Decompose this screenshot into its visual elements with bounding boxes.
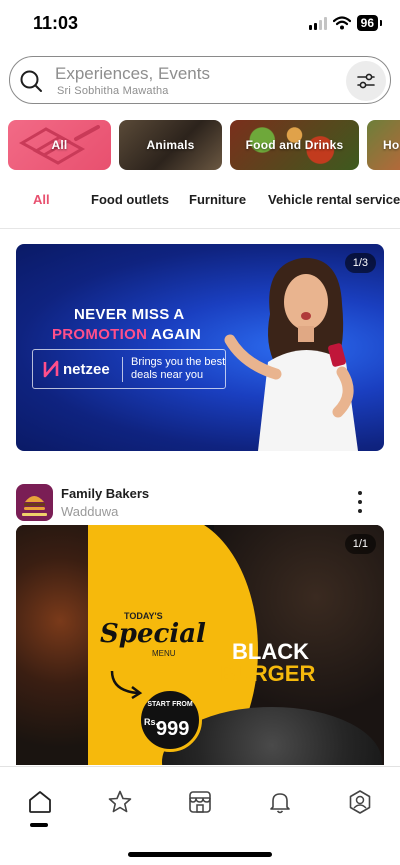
post-location: Wadduwa (61, 504, 119, 519)
category-card-home[interactable]: Ho (367, 120, 400, 170)
arrow-icon (110, 670, 143, 699)
netzee-badge: netzee Brings you the best deals near yo… (32, 349, 226, 389)
category-label: All (51, 138, 68, 152)
category-label: Ho (383, 138, 400, 152)
promo-highlight: PROMOTION (52, 326, 148, 343)
post-menu-label: MENU (152, 649, 176, 658)
filter-tabs: All Food outlets Furniture Vehicle renta… (0, 186, 400, 216)
search-input[interactable]: Experiences, Events (55, 64, 210, 84)
promo-banner[interactable]: 1/3 NEVER MISS A PROMOTION AGAIN netzee … (16, 244, 384, 451)
tab-all[interactable]: All (33, 192, 50, 207)
category-card-food-and-drinks[interactable]: Food and Drinks (230, 120, 359, 170)
sliders-icon (357, 73, 375, 89)
status-time: 11:03 (33, 13, 79, 33)
filter-button[interactable] (346, 61, 386, 101)
burger-logo-icon (22, 496, 47, 516)
search-bar[interactable]: Experiences, Events Sri Sobhitha Mawatha (9, 56, 391, 104)
post-header: Family Bakers Wadduwa (16, 483, 384, 523)
divider (0, 228, 400, 229)
search-icon (20, 70, 42, 92)
post-pager: 1/1 (344, 534, 376, 554)
post-image[interactable]: 1/1 TODAY'S Special MENU BLACK BURGER ST… (16, 525, 384, 765)
price-value: 999 (156, 718, 190, 740)
bottom-nav (0, 766, 400, 865)
battery-level: 96 (356, 15, 383, 31)
promo-headline: NEVER MISS A (74, 306, 185, 323)
post-special-label: Special (100, 619, 206, 649)
status-bar: 11:03 96 (0, 0, 400, 48)
nav-active-indicator (30, 823, 48, 827)
promo-headline-rest: AGAIN (151, 326, 201, 343)
post-burger-label: BURGER (220, 661, 316, 686)
home-icon (29, 791, 51, 813)
nav-favorites[interactable] (107, 789, 133, 815)
promo-tagline: Brings you the best deals near you (131, 356, 226, 381)
tab-vehicle-rental-service[interactable]: Vehicle rental service (268, 192, 400, 207)
search-location: Sri Sobhitha Mawatha (57, 85, 169, 97)
nav-profile[interactable] (347, 789, 373, 815)
nav-home[interactable] (27, 789, 53, 815)
bell-icon (270, 793, 290, 814)
price-badge: START FROM Rs. 999 (138, 688, 202, 752)
price-start-label: START FROM (147, 701, 193, 708)
post-business-name[interactable]: Family Bakers (61, 486, 149, 501)
category-carousel[interactable]: All Animals Food and Drinks Ho (8, 120, 400, 172)
category-card-all[interactable]: All (8, 120, 111, 170)
category-label: Food and Drinks (245, 138, 344, 152)
nav-stores[interactable] (187, 789, 213, 815)
category-card-animals[interactable]: Animals (119, 120, 222, 170)
divider (122, 357, 123, 382)
profile-icon (349, 790, 371, 814)
status-icons: 96 (308, 15, 383, 31)
star-icon (108, 790, 132, 813)
promo-person-image (224, 257, 358, 451)
category-label: Animals (146, 138, 195, 152)
home-indicator (128, 852, 272, 857)
more-options-button[interactable] (356, 491, 364, 513)
store-icon (189, 791, 211, 813)
tab-food-outlets[interactable]: Food outlets (91, 192, 169, 207)
promo-headline-2: PROMOTION AGAIN (52, 326, 201, 343)
avatar[interactable] (16, 484, 53, 521)
wifi-icon (332, 16, 351, 30)
tab-furniture[interactable]: Furniture (189, 192, 246, 207)
netzee-brand: netzee (63, 360, 110, 378)
cellular-signal-icon (308, 16, 327, 30)
netzee-logo: netzee (43, 360, 110, 378)
netzee-logo-icon (43, 360, 59, 378)
nav-notifications[interactable] (267, 789, 293, 815)
